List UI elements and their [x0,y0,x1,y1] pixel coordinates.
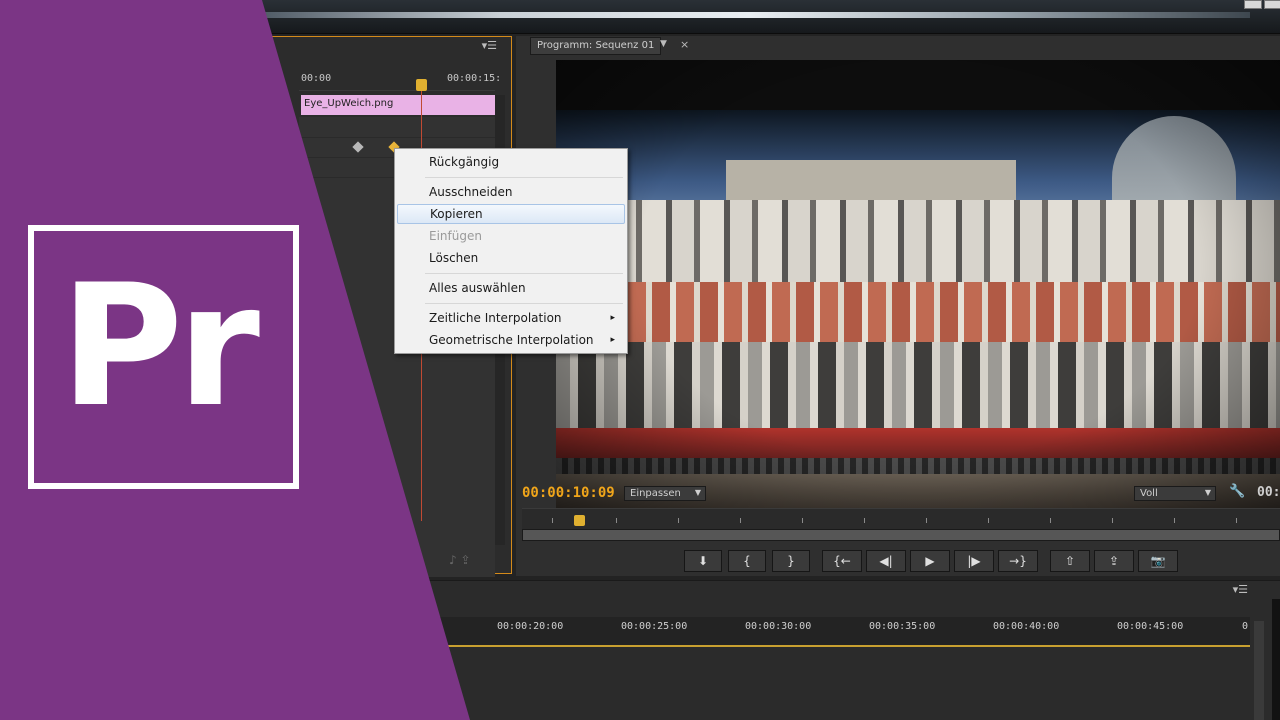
wrench-icon[interactable]: 🔧 [1229,484,1245,499]
ruler-tick [740,518,741,523]
timeline-ruler-label: 00:00:20:00 [497,621,564,632]
menu-item-undo[interactable]: Rückgängig [397,152,625,172]
duration-timecode: 00: [1257,485,1280,500]
ruler-tick [616,518,617,523]
ruler-tick [1112,518,1113,523]
ruler-tick [552,518,553,523]
current-timecode[interactable]: 00:00:10:09 [522,485,615,501]
menu-item-label: Geometrische Interpolation [429,333,594,347]
menu-separator [425,177,623,178]
clip-bar[interactable]: Eye_UpWeich.png [301,95,495,115]
premiere-workspace: ▾☰ 00:00 00:00:15: Eye_UpWeich.png ♪ ⇪ P… [0,0,1280,720]
timeline-ruler-label: 00:00:45:00 [1117,621,1184,632]
ruler-tick [864,518,865,523]
ruler-tick [1050,518,1051,523]
timeline-ruler-label: 00:00:40:00 [993,621,1060,632]
ruler-tick [1174,518,1175,523]
timeline-ruler-label: 00:00:35:00 [869,621,936,632]
submenu-arrow-icon: ▸ [610,335,615,345]
video-preview[interactable] [556,60,1280,516]
maximize-icon[interactable] [1264,0,1280,9]
premiere-logo [28,225,299,489]
panel-menu-icon[interactable]: ▾☰ [1233,583,1248,596]
menu-item-delete[interactable]: Löschen [397,248,625,268]
menu-item-spatial-interpolation[interactable]: Geometrische Interpolation ▸ [397,330,625,350]
extract-button[interactable]: ⇪ [1094,550,1134,572]
ruler-tick [1236,518,1237,523]
video-vignette [556,60,1280,516]
step-forward-button[interactable]: |▶ [954,550,994,572]
panel-menu-icon[interactable]: ▾☰ [482,39,497,52]
playhead-handle[interactable] [574,515,585,526]
program-monitor-tab[interactable]: Programm: Sequenz 01 [530,37,662,55]
menu-item-label: Ausschneiden [429,185,513,199]
ruler-tick [988,518,989,523]
play-button[interactable]: ▶ [910,550,950,572]
ruler-tick [926,518,927,523]
menu-separator [425,273,623,274]
timeline-ruler-label: 0 [1242,621,1249,632]
program-time-ruler[interactable] [522,508,1280,530]
go-to-in-button[interactable]: {← [822,550,862,572]
menu-item-copy[interactable]: Kopieren [397,204,625,224]
fit-select[interactable]: Einpassen ▼ [624,486,706,501]
ruler-tick [678,518,679,523]
menu-item-label: Alles auswählen [429,281,526,295]
step-back-button[interactable]: ◀| [866,550,906,572]
menu-item-label: Löschen [429,251,479,265]
timeline-ruler-label: 00:00:25:00 [621,621,688,632]
track-row-divider [299,137,495,138]
quality-select[interactable]: Voll ▼ [1134,486,1216,501]
menu-item-temporal-interpolation[interactable]: Zeitliche Interpolation ▸ [397,308,625,328]
program-monitor-panel: Programm: Sequenz 01 ▼ × 00:00:10:09 Ein… [516,36,1280,576]
timeline-panel: ▾☰ 00:00:20:00 00:00:25:00 00:00:30:00 0… [380,580,1280,720]
ruler-tick [802,518,803,523]
vertical-scrollbar[interactable] [1254,621,1264,720]
menu-item-label: Einfügen [429,229,482,243]
ruler-end-label: 00:00:15: [447,73,502,84]
go-to-out-button[interactable]: →} [998,550,1038,572]
menu-item-cut[interactable]: Ausschneiden [397,182,625,202]
playhead-handle[interactable] [416,79,427,91]
title-bar-highlight [250,12,1250,18]
title-bar [0,0,1280,34]
effect-controls-ruler[interactable]: 00:00 00:00:15: [299,71,501,91]
ruler-start-label: 00:00 [301,73,332,84]
menu-item-label: Rückgängig [429,155,500,169]
work-area-bar[interactable] [440,645,1250,647]
menu-item-label: Zeitliche Interpolation [429,311,562,325]
timeline-ruler-label: 00:00:30:00 [745,621,812,632]
menu-item-label: Kopieren [430,207,483,221]
menu-item-paste[interactable]: Einfügen [397,226,625,246]
fit-select-value: Einpassen [630,488,681,499]
export-frame-button[interactable]: 📷 [1138,550,1178,572]
submenu-arrow-icon: ▸ [610,313,615,323]
mark-out-button[interactable]: } [772,550,810,572]
minimize-icon[interactable] [1244,0,1262,9]
chevron-down-icon: ▼ [1204,488,1211,497]
lift-button[interactable]: ⇧ [1050,550,1090,572]
timeline-ruler[interactable]: 00:00:20:00 00:00:25:00 00:00:30:00 00:0… [440,617,1250,647]
menu-item-select-all[interactable]: Alles auswählen [397,278,625,298]
close-icon[interactable]: × [680,38,689,51]
chevron-down-icon: ▼ [694,488,701,497]
zoom-scrollbar[interactable] [522,529,1280,541]
audio-export-icons[interactable]: ♪ ⇪ [449,553,471,567]
quality-select-value: Voll [1140,488,1158,499]
panel-edge [1272,599,1280,720]
context-menu: Rückgängig Ausschneiden Kopieren Einfüge… [394,148,628,354]
mark-in-button[interactable]: { [728,550,766,572]
menu-separator [425,303,623,304]
add-marker-button[interactable]: ⬇ [684,550,722,572]
tab-dropdown-icon[interactable]: ▼ [660,39,667,49]
